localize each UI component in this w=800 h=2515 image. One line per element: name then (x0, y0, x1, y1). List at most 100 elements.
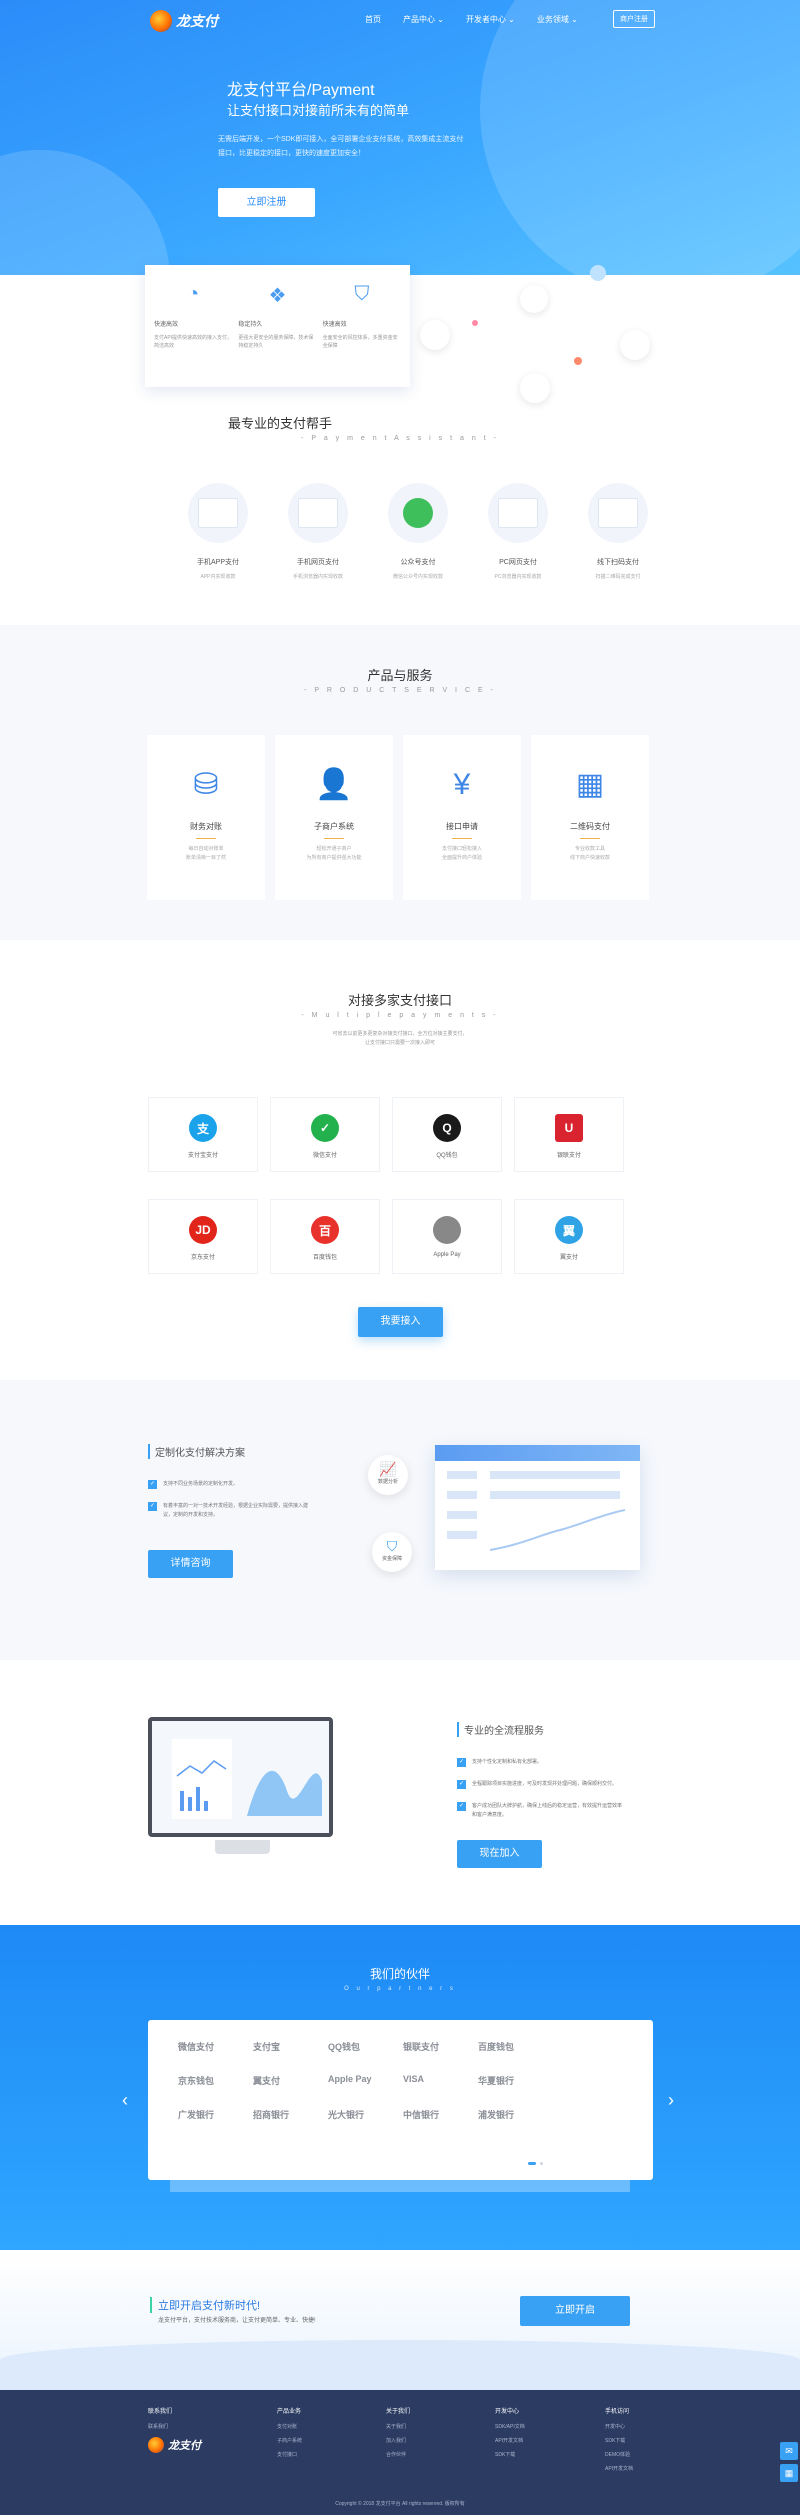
payment-card[interactable]: Q QQ钱包 (392, 1097, 502, 1172)
assistant-item[interactable]: 手机APP支付 APP内实现收款 (168, 483, 268, 580)
payment-card[interactable]: Apple Pay (392, 1199, 502, 1274)
partners-section: 我们的伙伴 O u r p a r t n e r s ‹ › 微信支付 支付宝… (0, 1925, 800, 2250)
carousel-dot[interactable] (540, 2162, 543, 2165)
partner-logo: QQ钱包 (328, 2042, 361, 2052)
product-card[interactable]: ⛁ 财务对账 每日自动对账单 账单清晰一目了然 (147, 735, 265, 900)
carousel-dot-active[interactable] (528, 2162, 536, 2165)
product-label: 二维码支付 (570, 822, 610, 831)
partner-logo (553, 2074, 628, 2090)
section-title: 最专业的支付帮手 (227, 416, 332, 431)
nav-products[interactable]: 产品中心 ⌄ (403, 14, 444, 25)
hero-register-button[interactable]: 立即注册 (218, 188, 315, 217)
bestpay-icon: 翼 (555, 1216, 583, 1244)
checkbox-icon: ✓ (457, 1802, 466, 1811)
payment-card[interactable]: JD 京东支付 (148, 1199, 258, 1274)
assistant-item[interactable]: 公众号支付 微信公众号内实现收款 (368, 483, 468, 580)
brand-logo[interactable]: 龙支付 (150, 10, 218, 32)
partner-logo: 广发银行 (178, 2110, 215, 2120)
partner-logo: VISA (403, 2074, 425, 2084)
bubble-label: 数据分析 (377, 1479, 398, 1485)
product-card[interactable]: 👤 子商户系统 轻松开通子商户 为所有商户提供强大功能 (275, 735, 393, 900)
layers-icon: ❖ (268, 285, 287, 307)
start-now-button[interactable]: 立即开启 (520, 2296, 630, 2326)
screen-preview (498, 498, 538, 528)
footer-column: 产品业务 支付对账 子商户系统 支付接口 (277, 2406, 302, 2465)
checkbox-icon: ✓ (457, 1780, 466, 1789)
partner-logo: 百度钱包 (478, 2042, 515, 2052)
monitor-illustration (148, 1717, 333, 1837)
assistant-label: 手机网页支付 (297, 559, 339, 566)
footer-link[interactable]: 支付对账 (277, 2423, 302, 2430)
qrcode-side-icon[interactable]: ▦ (780, 2464, 798, 2482)
footer-link[interactable]: 支付接口 (277, 2451, 302, 2458)
check-item: ✓ 全程跟踪项目实施进度，可及时发现并处理问题，确保顺利交付。 (457, 1780, 622, 1789)
footer-link[interactable]: API开发文档 (495, 2437, 525, 2444)
join-button[interactable]: 现在加入 (457, 1840, 542, 1868)
desc-line: 让支付接口只需要一次接入即可 (364, 1040, 435, 1046)
footer-link[interactable]: SDK下载 (605, 2437, 633, 2444)
payment-card[interactable]: 翼翼支付 (514, 1199, 624, 1274)
payment-label: 支付宝支付 (187, 1153, 218, 1159)
footer-link[interactable]: SDK/API文档 (495, 2423, 525, 2430)
product-label: 子商户系统 (314, 822, 354, 831)
product-card[interactable]: ▦ 二维码支付 专业收款工具 线下商户快速收款 (531, 735, 649, 900)
assistant-section: 最专业的支付帮手 - P a y m e n t A s s i s t a n… (0, 413, 800, 613)
payment-label: Apple Pay (433, 1252, 461, 1258)
footer-link[interactable]: 合作伙伴 (386, 2451, 410, 2458)
section-subtitle: - P R O D U C T S E R V I C E - (304, 687, 496, 694)
footer-link[interactable]: 关于我们 (386, 2423, 410, 2430)
assistant-label: PC网页支付 (499, 559, 537, 566)
brand-name: 龙支付 (168, 2440, 201, 2452)
assistant-item[interactable]: 线下扫码支付 扫描二维码完成支付 (568, 483, 668, 580)
assistant-desc: APP内实现收款 (200, 574, 236, 580)
assistant-desc: PC浏览器内实现收款 (494, 574, 542, 580)
feature-title: 快速高效 (154, 322, 179, 328)
partner-logo: 支付宝 (253, 2042, 281, 2052)
partner-logo: 翼支付 (253, 2076, 281, 2086)
assistant-label: 线下扫码支付 (597, 559, 639, 566)
consult-button[interactable]: 详情咨询 (148, 1550, 233, 1578)
cta-section: 立即开启支付新时代! 龙支付平台，支付技术服务商，让支付更简单、专业、快捷! 立… (0, 2250, 800, 2390)
payment-card[interactable]: 百百度钱包 (270, 1199, 380, 1274)
footer-link[interactable]: 开发中心 (605, 2423, 633, 2430)
footer-link[interactable]: 子商户系统 (277, 2437, 302, 2444)
product-desc: 专业收款工具 线下商户快速收款 (569, 846, 610, 861)
nav-developer[interactable]: 开发者中心 ⌄ (466, 14, 515, 25)
mock-row (447, 1531, 477, 1539)
footer-link[interactable]: DEMO体验 (605, 2451, 633, 2458)
hero-subtitle: 让支付接口对接前所未有的简单 (227, 103, 410, 118)
hero-desc-line: 无需后端开发，一个SDK即可接入，全可部署企业支付系统，高效集成主流支付 (218, 136, 464, 143)
check-text: 支持个性化定制和私有化部署。 (472, 1759, 543, 1765)
checkbox-icon: ✓ (457, 1758, 466, 1767)
product-card[interactable]: ¥ 接口申请 支付接口轻松接入 全面提升商户体验 (403, 735, 521, 900)
hero-bg-circle (480, 0, 800, 275)
prev-arrow-icon[interactable]: ‹ (122, 2090, 128, 2111)
payment-card[interactable]: 支支付宝支付 (148, 1097, 258, 1172)
database-icon: ⛁ (193, 768, 219, 801)
connect-button[interactable]: 我要接入 (358, 1307, 443, 1337)
chat-icon[interactable]: ✉ (780, 2442, 798, 2460)
footer-link[interactable]: SDK下载 (495, 2451, 525, 2458)
alipay-icon: 支 (189, 1114, 217, 1142)
assistant-item[interactable]: 手机网页支付 手机浏览器内实现收款 (268, 483, 368, 580)
hero-description: 无需后端开发，一个SDK即可接入，全可部署企业支付系统，高效集成主流支付 接口，… (218, 133, 488, 161)
footer-link[interactable]: 联系我们 (148, 2423, 201, 2430)
screen-preview (598, 498, 638, 528)
partner-logo (553, 2040, 628, 2056)
payment-card[interactable]: U 银联支付 (514, 1097, 624, 1172)
nav-home[interactable]: 首页 (365, 14, 381, 25)
check-item: ✓ 支持个性化定制和私有化部署。 (457, 1758, 622, 1767)
payment-card[interactable]: ✓ 微信支付 (270, 1097, 380, 1172)
product-list: ⛁ 财务对账 每日自动对账单 账单清晰一目了然 👤 子商户系统 轻松开通子商户 为所有商… (147, 735, 649, 900)
assistant-item[interactable]: PC网页支付 PC浏览器内实现收款 (468, 483, 568, 580)
hero-section: 龙支付 首页 产品中心 ⌄ 开发者中心 ⌄ 业务领域 ⌄ 商户注册 龙支付平台/… (0, 0, 800, 275)
feature-desc: 支付API提供快速高效的接入支付，简洁高效 (154, 335, 233, 349)
next-arrow-icon[interactable]: › (668, 2090, 674, 2111)
register-button[interactable]: 商户注册 (613, 10, 655, 28)
footer-link[interactable]: 加入我们 (386, 2437, 410, 2444)
nav-business[interactable]: 业务领域 ⌄ (537, 14, 578, 25)
footer-link[interactable]: API开发文档 (605, 2465, 633, 2472)
mock-row (490, 1471, 620, 1479)
card-shadow (170, 2180, 630, 2192)
payment-label: 银联支付 (556, 1153, 581, 1159)
